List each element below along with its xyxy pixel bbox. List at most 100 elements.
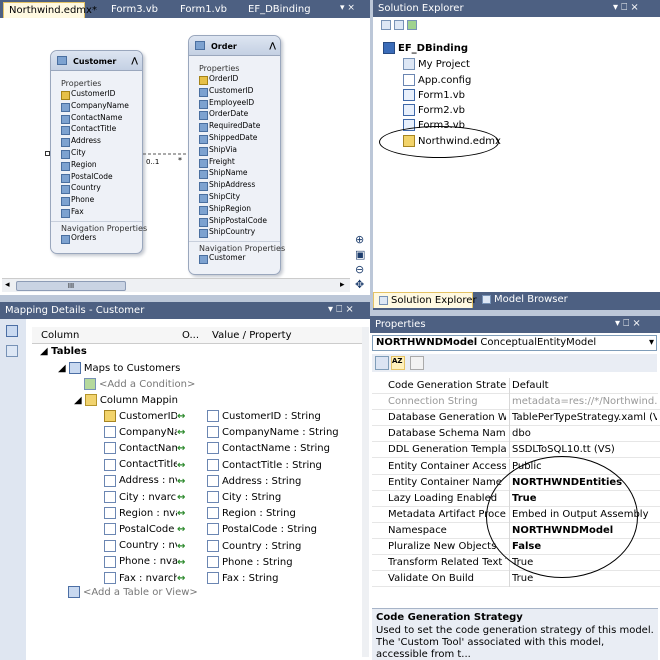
properties-icon[interactable]: [381, 20, 391, 30]
maps-to-row[interactable]: ◢ Maps to Customers: [58, 362, 180, 378]
entity-property-employeeid[interactable]: EmployeeID: [189, 98, 280, 110]
scroll-right-icon[interactable]: ▸: [340, 280, 345, 290]
property-row[interactable]: Code Generation Strategy Default: [372, 378, 658, 394]
collapse-icon[interactable]: ⋀: [269, 41, 276, 50]
property-value[interactable]: dbo: [512, 428, 657, 439]
entity-property-shippeddate[interactable]: ShippedDate: [189, 133, 280, 145]
mapped-property[interactable]: CompanyName : String: [222, 427, 339, 438]
property-row[interactable]: Validate On Build True: [372, 571, 660, 588]
map-to-tables-icon[interactable]: [6, 325, 18, 337]
column-mapping-row[interactable]: Region : nvar↔ Region : String: [104, 507, 359, 523]
column-mapping-row[interactable]: Country : nva↔ Country : String: [104, 539, 359, 556]
selection-handle-left[interactable]: [45, 151, 50, 156]
panel-controls-icon[interactable]: ▾ ⎕ ×: [615, 318, 641, 329]
mapped-property[interactable]: Country : String: [222, 541, 301, 552]
tab-ef-dbinding[interactable]: EF_DBinding: [243, 2, 316, 18]
alphabetical-icon[interactable]: AZ: [391, 356, 405, 370]
tables-node[interactable]: ◢ Tables: [40, 346, 87, 362]
column-header-column[interactable]: Column: [41, 330, 79, 341]
column-mapping-row[interactable]: CustomerID : i↔ CustomerID : String: [104, 410, 359, 426]
nav-property-customer[interactable]: Customer: [189, 253, 280, 265]
show-all-files-icon[interactable]: [394, 20, 404, 30]
entity-property-phone[interactable]: Phone: [51, 195, 142, 207]
property-value[interactable]: Default: [512, 380, 657, 391]
scroll-left-icon[interactable]: ◂: [5, 280, 10, 290]
mapped-property[interactable]: ContactName : String: [222, 443, 330, 454]
nav-property-orders[interactable]: Orders: [51, 233, 142, 245]
mapped-property[interactable]: ContactTitle : String: [222, 460, 322, 471]
column-mapping-row[interactable]: Phone : nvar↔ Phone : String: [104, 555, 359, 572]
tree-item-app-config[interactable]: App.config: [403, 74, 471, 90]
entity-property-requireddate[interactable]: RequiredDate: [189, 121, 280, 133]
mapped-property[interactable]: Fax : String: [222, 573, 278, 584]
tab-overflow-icon[interactable]: ▾ ×: [340, 3, 355, 13]
entity-customer[interactable]: Customer ⋀ Properties CustomerID CompanyN…: [50, 50, 147, 254]
panel-controls-icon[interactable]: ▾ ⎕ ×: [328, 304, 354, 315]
entity-property-freight[interactable]: Freight: [189, 157, 280, 169]
entity-property-postalcode[interactable]: PostalCode: [51, 172, 142, 184]
entity-property-fax[interactable]: Fax: [51, 207, 142, 219]
column-header-operator[interactable]: O...: [182, 330, 199, 341]
property-row[interactable]: Database Schema Name dbo: [372, 426, 660, 443]
tree-item-my-project[interactable]: My Project: [403, 58, 470, 74]
map-to-functions-icon[interactable]: [6, 345, 18, 357]
mapped-property[interactable]: Phone : String: [222, 557, 293, 568]
entity-property-shipvia[interactable]: ShipVia: [189, 145, 280, 157]
entity-property-orderid[interactable]: OrderID: [189, 74, 280, 86]
entity-property-contacttitle[interactable]: ContactTitle: [51, 124, 142, 136]
property-pages-icon[interactable]: [410, 356, 424, 370]
entity-property-contactname[interactable]: ContactName: [51, 113, 142, 125]
zoom-out-icon[interactable]: ⊖: [355, 262, 369, 277]
column-mapping-row[interactable]: Address : nva↔ Address : String: [104, 474, 359, 491]
entity-property-city[interactable]: City: [51, 148, 142, 160]
add-condition-row[interactable]: <Add a Condition>: [84, 378, 195, 394]
column-mapping-row[interactable]: PostalCode :↔ PostalCode : String: [104, 523, 359, 539]
property-row[interactable]: Connection String metadata=res://*/Northw…: [372, 394, 660, 411]
property-row[interactable]: Database Generation Work TablePerTypeStra…: [372, 410, 660, 427]
add-table-row[interactable]: <Add a Table or View>: [68, 586, 198, 602]
tab-model-browser[interactable]: Model Browser: [477, 292, 573, 308]
entity-property-orderdate[interactable]: OrderDate: [189, 109, 280, 121]
property-value[interactable]: SSDLToSQL10.tt (VS): [512, 444, 657, 455]
tree-project[interactable]: EF_DBinding: [383, 42, 468, 58]
entity-property-shipcountry[interactable]: ShipCountry: [189, 227, 280, 239]
property-row[interactable]: DDL Generation Template SSDLToSQL10.tt (V…: [372, 442, 660, 459]
entity-property-companyname[interactable]: CompanyName: [51, 101, 142, 113]
entity-property-customerid[interactable]: CustomerID: [189, 86, 280, 98]
tab-form3[interactable]: Form3.vb: [106, 2, 163, 18]
mapped-property[interactable]: CustomerID : String: [222, 411, 321, 422]
entity-order[interactable]: Order ⋀ Properties OrderID CustomerID Empl…: [188, 35, 285, 275]
column-header-value-property[interactable]: Value / Property: [212, 330, 292, 341]
scroll-thumb[interactable]: III: [16, 281, 126, 291]
column-mapping-row[interactable]: City : nvarch↔ City : String: [104, 491, 359, 507]
tab-form1[interactable]: Form1.vb: [175, 2, 232, 18]
refresh-icon[interactable]: [407, 20, 417, 30]
mapping-vertical-scrollbar[interactable]: [362, 327, 369, 657]
entity-property-address[interactable]: Address: [51, 136, 142, 148]
panel-controls-icon[interactable]: ▾ ⎕ ×: [613, 2, 639, 13]
entity-property-shipcity[interactable]: ShipCity: [189, 192, 280, 204]
entity-property-customerid[interactable]: CustomerID: [51, 89, 142, 101]
mapped-property[interactable]: Address : String: [222, 476, 301, 487]
column-mappings-row[interactable]: ◢ Column Mappin: [74, 394, 178, 410]
tree-item-form2[interactable]: Form2.vb: [403, 104, 465, 120]
column-mapping-row[interactable]: ContactTitle↔ ContactTitle : String: [104, 458, 359, 475]
entity-property-shipname[interactable]: ShipName: [189, 168, 280, 180]
categorized-icon[interactable]: [375, 356, 389, 370]
tab-northwind-edmx[interactable]: Northwind.edmx*: [3, 2, 97, 18]
tree-item-form1[interactable]: Form1.vb: [403, 89, 465, 105]
collapse-icon[interactable]: ⋀: [131, 56, 138, 65]
horizontal-scrollbar[interactable]: ◂ III ▸: [2, 278, 350, 292]
property-value[interactable]: metadata=res://*/Northwind.c: [512, 396, 657, 407]
entity-property-shippostalcode[interactable]: ShipPostalCode: [189, 216, 280, 228]
pan-icon[interactable]: ✥: [355, 277, 369, 292]
tab-solution-explorer[interactable]: Solution Explorer: [373, 292, 477, 308]
zoom-fit-icon[interactable]: ▣: [355, 247, 369, 262]
mapped-property[interactable]: PostalCode : String: [222, 524, 317, 535]
zoom-in-icon[interactable]: ⊕: [355, 232, 369, 247]
object-selector[interactable]: NORTHWNDModel ConceptualEntityModel ▾: [372, 335, 657, 351]
entity-property-country[interactable]: Country: [51, 183, 142, 195]
entity-property-shipaddress[interactable]: ShipAddress: [189, 180, 280, 192]
chevron-down-icon[interactable]: ▾: [649, 337, 654, 348]
mapped-property[interactable]: City : String: [222, 492, 281, 503]
